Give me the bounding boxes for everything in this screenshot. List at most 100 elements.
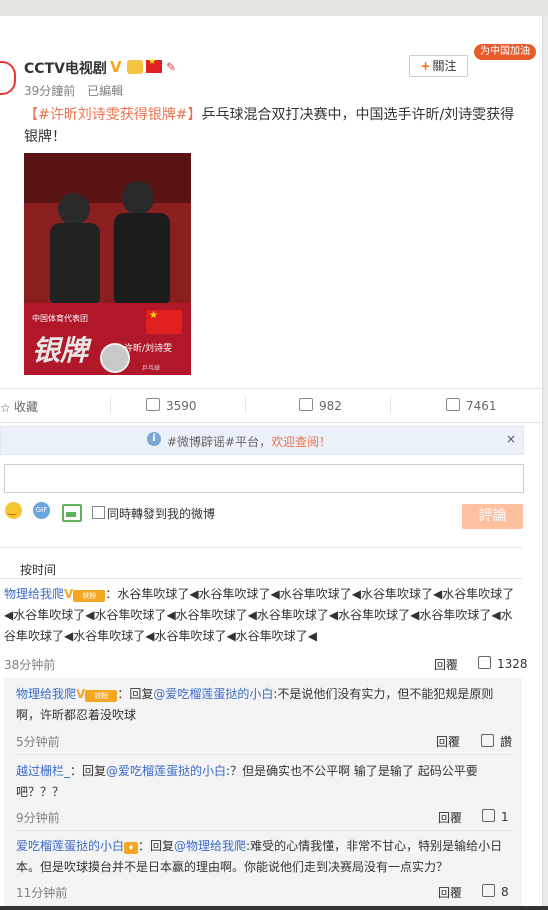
reply-author[interactable]: 爱吃榴莲蛋挞的小白 <box>16 839 124 853</box>
browser-top-strip <box>0 0 548 16</box>
reply-item: 物理给我爬V 铁粉 ：回复@爱吃榴莲蛋挞的小白:不是说他们没有实力，但不能犯规是原则… <box>16 684 512 726</box>
divider <box>245 396 246 414</box>
verified-icon: V <box>64 587 74 601</box>
player-head-right <box>122 181 154 215</box>
image-medal-text: 银牌 <box>32 334 89 367</box>
repost-icon <box>146 398 160 411</box>
reply-button[interactable]: 回覆 <box>438 809 462 826</box>
post-meta: 39分鐘前 已編輯 <box>24 82 131 99</box>
verified-icon: V <box>76 687 86 701</box>
repost-button[interactable]: 3590 <box>146 398 197 413</box>
thumbs-up-icon <box>482 884 495 897</box>
comment-icon <box>299 398 313 411</box>
reply-button[interactable]: 回覆 <box>438 884 462 901</box>
favorite-button[interactable]: ☆ 收藏 <box>0 398 38 415</box>
divider <box>110 396 111 414</box>
thumbs-up-icon <box>481 734 494 747</box>
comment-time: 38分钟前 <box>4 658 56 672</box>
plus-icon: + <box>420 59 431 73</box>
mention-link[interactable]: @爱吃榴莲蛋挞的小白 <box>153 687 273 701</box>
avatar[interactable] <box>0 61 16 95</box>
fan-badge: 铁粉 <box>73 590 106 602</box>
reply-like-button[interactable]: 8 <box>482 884 509 899</box>
fan-badge: 铁粉 <box>85 690 118 702</box>
notice-text: #微博辟谣#平台，欢迎查阅！ <box>167 433 331 450</box>
reply-time: 11分钟前 <box>16 886 68 900</box>
post-source: 已編輯 <box>87 84 124 98</box>
user-name[interactable]: CCTV电视剧 <box>24 58 107 78</box>
close-icon[interactable]: × <box>506 432 516 446</box>
reply-item: 爱吃榴莲蛋挞的小白 ♦ ：回复@物理给我爬:难受的心情我懂，非常不甘心，特别是输给小… <box>16 836 512 878</box>
notice-link[interactable]: 欢迎查阅！ <box>271 435 331 449</box>
follow-button[interactable]: + 關注 <box>409 55 468 77</box>
reply-button[interactable]: 回覆 <box>436 733 460 750</box>
reply-prefix: ：回复 <box>70 764 107 778</box>
topic-link[interactable]: 【#许昕刘诗雯获得银牌#】 <box>24 107 201 123</box>
reply-time: 5分钟前 <box>16 735 60 749</box>
reply-like-button[interactable]: 1 <box>482 809 509 824</box>
image-flag-icon <box>146 310 182 334</box>
member-badge-icon: ♦ <box>124 842 139 854</box>
comment-count: 982 <box>319 399 342 413</box>
repost-count: 3590 <box>166 399 197 413</box>
reply-prefix: ：回复 <box>117 687 154 701</box>
gif-icon[interactable]: GIF <box>33 502 50 519</box>
rumor-notice: i #微博辟谣#平台，欢迎查阅！ × <box>0 426 524 455</box>
repost-checkbox-label: 同時轉發到我的微博 <box>107 507 216 521</box>
post-image[interactable]: 中国体育代表团 银牌 许昕/刘诗雯 乒乓球 <box>24 153 191 375</box>
reply-like-button[interactable]: 讚 <box>481 733 512 750</box>
thumbs-up-icon <box>446 398 460 411</box>
reply-like-count: 1 <box>501 810 509 824</box>
mention-link[interactable]: @物理给我爬 <box>174 839 246 853</box>
star-icon: ☆ <box>0 401 11 415</box>
reply-time: 9分钟前 <box>16 811 60 825</box>
divider <box>390 396 391 414</box>
player-body-left <box>50 223 100 303</box>
like-button[interactable]: 7461 <box>446 398 497 413</box>
mention-link[interactable]: @爱吃榴莲蛋挞的小白 <box>106 764 226 778</box>
divider <box>0 422 542 423</box>
comment-like-button[interactable]: 1328 <box>478 656 528 671</box>
emoji-icon[interactable] <box>5 502 22 519</box>
image-foot-text: 乒乓球 <box>142 365 161 372</box>
verified-icon: V <box>110 58 122 76</box>
player-body-right <box>114 213 170 303</box>
action-bar: ☆ 收藏 3590 982 7461 <box>0 388 542 422</box>
reply-author[interactable]: 物理给我爬 <box>16 687 76 701</box>
divider <box>14 754 514 755</box>
reply-like-count: 8 <box>501 885 509 899</box>
repost-checkbox[interactable] <box>92 506 105 519</box>
comment-input[interactable] <box>4 464 524 493</box>
torch-icon: ✎ <box>166 60 177 74</box>
post-text: 【#许昕刘诗雯获得银牌#】乒乓球混合双打决赛中，中国选手许昕/刘诗雯获得银牌！ <box>24 104 524 148</box>
comment-button[interactable]: 982 <box>299 398 342 413</box>
sort-by-time[interactable]: 按时间 <box>20 561 56 578</box>
comment-author[interactable]: 物理给我爬 <box>4 587 64 601</box>
divider <box>14 830 514 831</box>
reply-prefix: ：回复 <box>138 839 175 853</box>
image-background <box>24 153 191 203</box>
window-bottom-edge <box>0 906 548 910</box>
china-flag-icon <box>146 57 162 73</box>
image-names: 许昕/刘诗雯 <box>124 344 173 354</box>
favorite-label: 收藏 <box>14 400 39 414</box>
reply-button[interactable]: 回覆 <box>434 656 458 673</box>
scrollbar-track[interactable] <box>543 16 548 910</box>
cheer-banner[interactable]: 为中国加油 <box>470 36 542 66</box>
reply-like-count: 讚 <box>500 735 513 749</box>
member-badge-icon <box>127 60 143 74</box>
divider <box>0 578 522 579</box>
post-time[interactable]: 39分鐘前 <box>24 84 75 98</box>
image-team-text: 中国体育代表团 <box>32 314 88 323</box>
submit-comment-button[interactable]: 評論 <box>462 504 523 529</box>
player-head-left <box>58 193 90 225</box>
comment-like-count: 1328 <box>497 657 528 671</box>
reply-item: 越过栅栏_：回复@爱吃榴莲蛋挞的小白:？但是确实也不公平啊 输了是输了 起码公平… <box>16 761 512 803</box>
info-icon: i <box>147 432 161 446</box>
reply-author[interactable]: 越过栅栏_ <box>16 764 70 778</box>
like-count: 7461 <box>466 399 497 413</box>
image-icon[interactable] <box>62 504 82 522</box>
divider <box>0 547 522 548</box>
follow-label: 關注 <box>432 59 457 73</box>
comment-item: 物理给我爬V 铁粉 ：水谷隼吹球了◀水谷隼吹球了◀水谷隼吹球了◀水谷隼吹球了◀水谷隼… <box>4 584 522 647</box>
